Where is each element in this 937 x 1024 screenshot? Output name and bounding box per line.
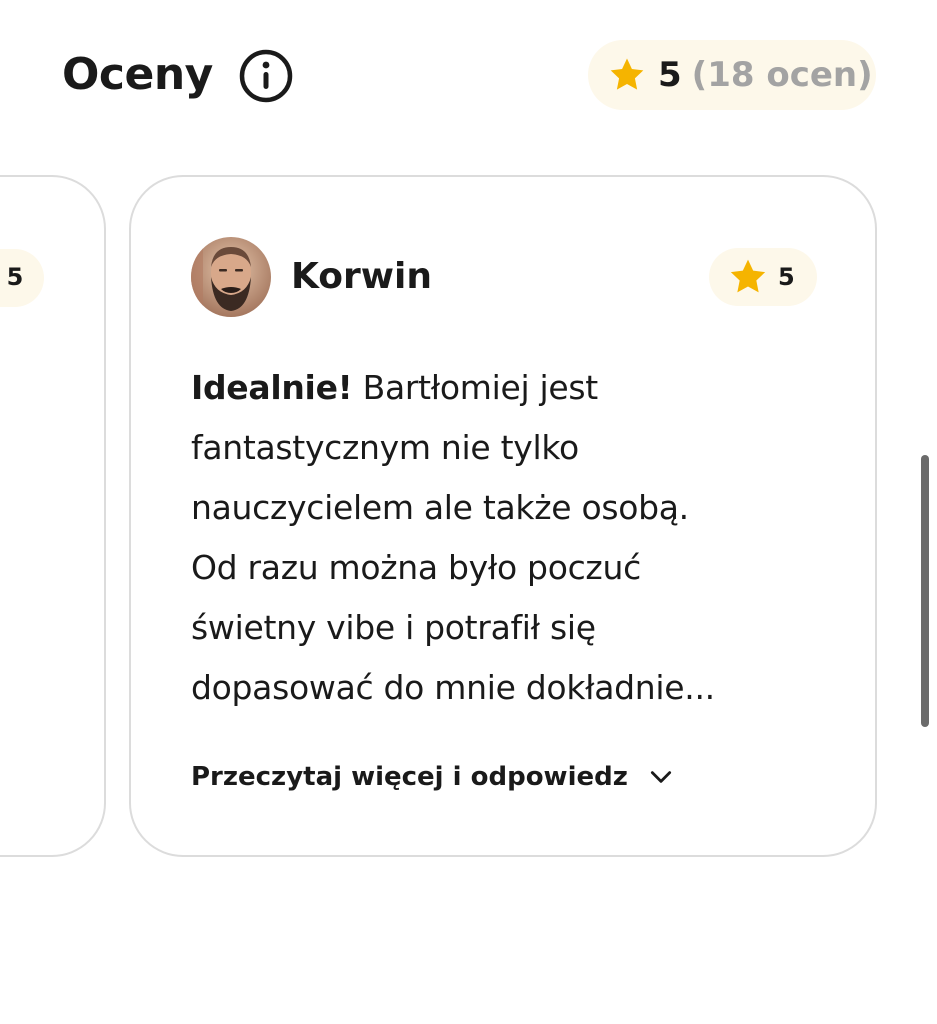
review-card[interactable]: Korwin 5 Idealnie! Bartłomiej jest fanta…: [129, 175, 877, 857]
rating-count: (18 ocen): [691, 55, 873, 95]
read-more-label: Przeczytaj więcej i odpowiedz: [191, 762, 628, 792]
star-icon: [610, 58, 644, 90]
review-lead: Idealnie!: [191, 368, 353, 407]
section-title: Oceny: [62, 49, 213, 100]
read-more-reply-link[interactable]: Przeczytaj więcej i odpowiedz: [191, 757, 674, 797]
user-avatar-icon: [191, 237, 271, 317]
info-circle-icon[interactable]: [238, 48, 294, 104]
review-rating-badge: 5: [709, 248, 817, 306]
chevron-down-icon: [650, 771, 671, 783]
review-line: Od razu można było poczuć: [191, 548, 641, 587]
review-line: fantastycznym nie tylko: [191, 428, 579, 467]
review-line-text: Bartłomiej jest: [362, 368, 599, 407]
avatar: [191, 237, 271, 317]
review-line: nauczycielem ale także osobą.: [191, 488, 689, 527]
review-text: Idealnie! Bartłomiej jest fantastycznym …: [191, 358, 841, 718]
reviewer-name: Korwin: [291, 256, 432, 297]
scrollbar[interactable]: [921, 455, 929, 727]
review-line: Idealnie! Bartłomiej jest: [191, 358, 841, 418]
ratings-section: Oceny 5 (18 ocen) 5 Korwin 5 Idealnie! B…: [0, 0, 937, 1024]
previous-card-rating: 5: [6, 263, 24, 291]
review-line: dopasować do mnie dokładnie...: [191, 668, 715, 707]
average-rating: 5: [658, 55, 682, 95]
review-rating-value: 5: [778, 263, 795, 291]
review-line: świetny vibe i potrafił się: [191, 608, 596, 647]
rating-summary-pill[interactable]: 5 (18 ocen): [588, 40, 876, 110]
star-icon: [730, 259, 766, 293]
